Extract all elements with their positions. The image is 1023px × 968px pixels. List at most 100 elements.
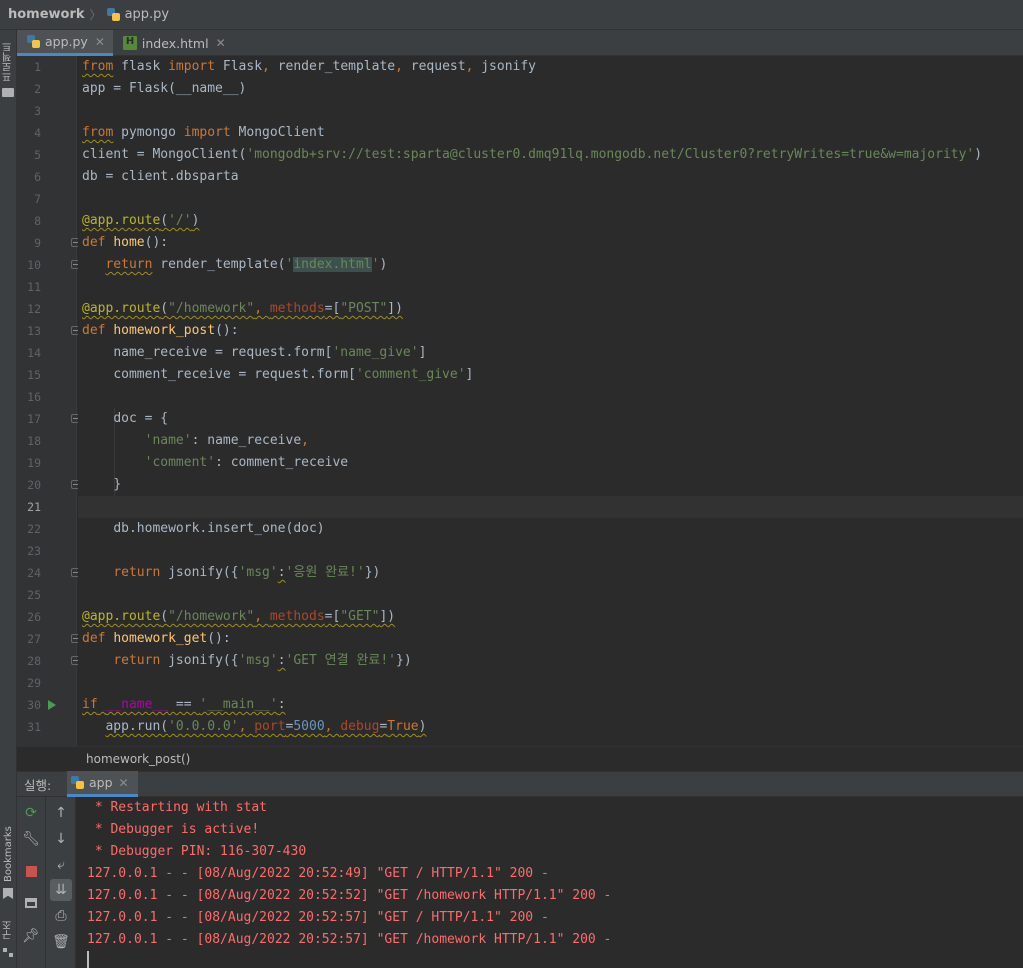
code-line-22: db.homework.insert_one(doc)	[113, 521, 325, 536]
close-icon[interactable]: ✕	[216, 36, 226, 50]
line-number-current: 21	[27, 500, 41, 514]
trash-icon[interactable]: 🗑︎	[50, 931, 72, 953]
console-line: 127.0.0.1 - - [08/Aug/2022 20:52:57] "GE…	[87, 910, 549, 925]
rerun-icon[interactable]: ⟳	[20, 802, 42, 824]
line-number: 11	[27, 280, 41, 294]
line-number: 28	[27, 654, 41, 668]
stop-icon[interactable]	[20, 860, 42, 882]
bookmark-icon[interactable]	[3, 888, 13, 899]
line-number: 3	[34, 104, 41, 118]
close-icon[interactable]: ✕	[119, 776, 129, 790]
arrow-down-icon[interactable]: ↓	[50, 828, 72, 850]
soft-wrap-icon[interactable]: ⤶	[50, 854, 72, 876]
console-caret	[87, 951, 89, 968]
bookmarks-tool-label: Bookmarks	[3, 826, 14, 882]
pin-icon[interactable]: 📌︎	[20, 925, 42, 947]
code-line-20: }	[113, 477, 122, 492]
run-panel-label: 실행:	[24, 777, 52, 793]
line-number: 26	[27, 610, 41, 624]
code-line-26: @app.route("/homework", methods=["GET"])	[82, 609, 396, 624]
code-line-8: @app.route('/')	[82, 213, 200, 228]
line-number: 14	[27, 346, 41, 360]
line-number: 18	[27, 434, 41, 448]
code-line-24: return jsonify({'msg':'응원 완료!'})	[113, 565, 381, 580]
line-number: 29	[27, 676, 41, 690]
close-icon[interactable]: ✕	[95, 35, 105, 49]
code-line-17: doc = {	[113, 411, 169, 426]
line-number: 5	[34, 148, 41, 162]
console-line: * Debugger PIN: 116-307-430	[87, 844, 307, 859]
structure-tool-tab[interactable]: 구조	[0, 916, 17, 944]
run-toolbar-primary: ⟳ 🔧︎ 📌︎	[17, 797, 46, 968]
line-number: 9	[34, 236, 41, 250]
code-line-10: return render_template('index.html')	[105, 257, 388, 272]
code-breadcrumb-label[interactable]: homework_post()	[86, 752, 190, 766]
line-number: 27	[27, 632, 41, 646]
console-line: 127.0.0.1 - - [08/Aug/2022 20:52:57] "GE…	[87, 932, 612, 947]
editor-gutter[interactable]: 1 2 3 4 5 6 7 8 9 10 11 12 13 14 15 16 1…	[17, 56, 80, 746]
python-run-icon	[71, 775, 85, 790]
code-line-28: return jsonify({'msg':'GET 연결 완료!'})	[113, 653, 412, 668]
line-number: 23	[27, 544, 41, 558]
line-number: 15	[27, 368, 41, 382]
console-line: * Restarting with stat	[87, 800, 268, 815]
code-line-4: from pymongo import MongoClient	[82, 125, 325, 140]
line-number: 6	[34, 170, 41, 184]
line-number: 20	[27, 478, 41, 492]
layout-icon[interactable]	[20, 892, 42, 914]
tab-label: app.py	[45, 34, 88, 49]
tab-index-html[interactable]: index.html ✕	[113, 30, 234, 56]
code-line-15: comment_receive = request.form['comment_…	[113, 367, 474, 382]
line-number: 25	[27, 588, 41, 602]
code-line-12: @app.route("/homework", methods=["POST"]…	[82, 301, 403, 316]
print-icon[interactable]: ⎙	[50, 905, 72, 927]
line-number: 16	[27, 390, 41, 404]
run-tab-label: app	[89, 775, 113, 790]
console-line: 127.0.0.1 - - [08/Aug/2022 20:52:52] "GE…	[87, 888, 612, 903]
console-line: * Debugger is active!	[87, 822, 260, 837]
run-panel-header: 실행: app ✕	[17, 771, 1023, 797]
code-line-1: from flask import Flask, render_template…	[82, 59, 537, 74]
folder-icon[interactable]	[2, 88, 14, 97]
run-console[interactable]: * Restarting with stat * Debugger is act…	[77, 797, 1023, 968]
code-line-6: db = client.dbsparta	[82, 169, 239, 184]
structure-icon[interactable]	[3, 948, 14, 958]
run-toolbar-secondary: ↑ ↓ ⤶ ⇊ ⎙ 🗑︎	[46, 797, 76, 968]
line-number: 1	[34, 60, 41, 74]
code-breadcrumb[interactable]: homework_post()	[17, 746, 1023, 771]
chevron-right-icon: 〉	[89, 8, 102, 22]
code-line-2: app = Flask(__name__)	[82, 81, 247, 96]
line-number: 7	[34, 192, 41, 206]
line-number: 13	[27, 324, 41, 338]
project-tool-label: 프로젝트	[3, 42, 14, 82]
line-number: 4	[34, 126, 41, 140]
line-number: 19	[27, 456, 41, 470]
code-line-30: if __name__ == '__main__':	[82, 697, 286, 712]
project-tool-tab[interactable]: 프로젝트	[0, 36, 17, 88]
code-line-14: name_receive = request.form['name_give']	[113, 345, 427, 360]
line-number: 31	[27, 720, 41, 734]
editor-tabs: app.py ✕ index.html ✕	[17, 30, 1023, 56]
line-number: 22	[27, 522, 41, 536]
tab-app-py[interactable]: app.py ✕	[17, 30, 113, 56]
run-tab-app[interactable]: app ✕	[67, 771, 138, 797]
code-line-19: 'comment': comment_receive	[144, 455, 349, 470]
code-editor[interactable]: from flask import Flask, render_template…	[78, 56, 1023, 746]
line-number: 12	[27, 302, 41, 316]
python-file-icon	[106, 7, 121, 22]
left-tool-strip: 프로젝트 Bookmarks 구조	[0, 30, 17, 968]
tab-label: index.html	[141, 35, 209, 51]
code-line-27: def homework_get():	[82, 631, 231, 646]
breadcrumb-file-label: app.py	[124, 7, 170, 22]
line-number: 2	[34, 82, 41, 96]
breadcrumb-file[interactable]: app.py	[106, 7, 170, 22]
structure-tool-label: 구조	[3, 920, 14, 940]
scroll-to-end-icon[interactable]: ⇊	[50, 879, 72, 901]
current-line-highlight	[78, 496, 1023, 518]
arrow-up-icon[interactable]: ↑	[50, 802, 72, 824]
wrench-icon[interactable]: 🔧︎	[20, 828, 42, 850]
run-gutter-icon[interactable]	[48, 700, 56, 710]
code-line-31: app.run('0.0.0.0', port=5000, debug=True…	[105, 719, 427, 734]
bookmarks-tool-tab[interactable]: Bookmarks	[0, 822, 17, 886]
breadcrumb-project[interactable]: homework	[8, 7, 85, 22]
